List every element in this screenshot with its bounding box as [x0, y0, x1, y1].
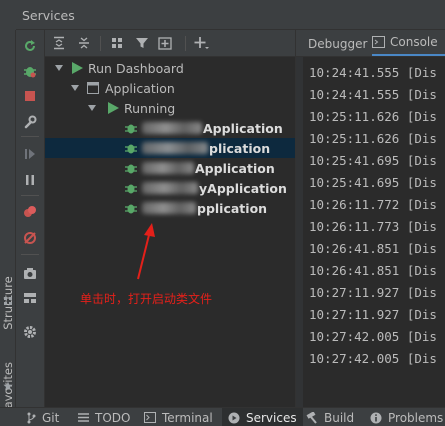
settings-icon — [24, 326, 36, 338]
hammer-icon — [306, 411, 317, 424]
resume-button[interactable] — [20, 144, 40, 164]
add-icon — [194, 37, 209, 49]
toolbar-separator — [100, 36, 101, 51]
tab-build-label: Build — [324, 410, 355, 425]
group-icon — [112, 38, 122, 48]
filter-button[interactable] — [133, 34, 151, 52]
star-icon — [3, 381, 13, 391]
collapse-all-button[interactable] — [75, 34, 93, 52]
tab-terminal[interactable]: Terminal — [144, 408, 213, 426]
services-tree-toolbar — [45, 30, 295, 57]
left-tool-strip: Structure Favorites — [0, 30, 16, 414]
services-action-toolbar — [16, 30, 45, 407]
tab-problems-label: Problems — [388, 410, 444, 425]
annotation-text: 单击时，打开启动类文件 — [80, 292, 213, 306]
tab-debugger-label: Debugger — [308, 36, 368, 51]
mute-breakpoints-button[interactable] — [20, 228, 40, 248]
console-gutter — [296, 57, 303, 407]
services-header: Services — [16, 0, 445, 30]
header-corner — [0, 0, 16, 30]
add-service-button[interactable] — [157, 34, 175, 52]
tab-console-label: Console — [390, 35, 438, 49]
expand-all-button[interactable] — [50, 34, 68, 52]
log-line: 10:24:41.555 [Dis — [309, 65, 437, 80]
log-line: 10:26:11.772 [Dis — [309, 197, 437, 212]
layout-grid-icon — [24, 293, 36, 303]
terminal-icon — [144, 412, 156, 423]
console-icon — [372, 36, 385, 48]
mute-breakpoints-icon — [24, 232, 36, 244]
log-line: 10:24:41.555 [Dis — [309, 87, 437, 102]
tab-services[interactable]: Services — [222, 408, 303, 426]
toolbar-separator — [21, 254, 39, 255]
tab-problems[interactable]: Problems — [370, 408, 443, 426]
services-icon — [228, 412, 240, 423]
tab-build[interactable]: Build — [306, 408, 354, 426]
breakpoints-icon — [24, 206, 36, 217]
rerun-icon — [25, 40, 35, 51]
toolbar-separator — [21, 136, 39, 137]
stop-icon — [25, 91, 35, 101]
filter-icon — [136, 38, 148, 48]
settings-button[interactable] — [20, 322, 40, 342]
log-line: 10:25:11.626 [Dis — [309, 131, 437, 146]
log-line: 10:27:42.005 [Dis — [309, 351, 437, 366]
settings-wrench-button[interactable] — [20, 112, 40, 132]
log-line: 10:26:41.851 [Dis — [309, 241, 437, 256]
window-title: Services — [22, 8, 75, 23]
tab-git-label: Git — [42, 410, 60, 425]
log-line: 10:25:11.626 [Dis — [309, 109, 437, 124]
log-line: 10:26:41.851 [Dis — [309, 263, 437, 278]
services-tree: Run Dashboard Application Running Applic… — [45, 57, 295, 407]
toolbar-separator — [21, 195, 39, 196]
expand-all-icon — [54, 36, 64, 50]
group-by-button[interactable] — [108, 34, 126, 52]
restore-layout-button[interactable] — [20, 288, 40, 308]
tab-console[interactable]: Console — [372, 30, 445, 56]
tab-terminal-label: Terminal — [162, 410, 213, 425]
tab-todo[interactable]: TODO — [78, 408, 130, 426]
view-breakpoints-button[interactable] — [20, 202, 40, 222]
add-service-icon — [158, 37, 172, 50]
log-line: 10:25:41.695 [Dis — [309, 153, 437, 168]
tab-git[interactable]: Git — [26, 408, 59, 426]
resume-icon — [25, 149, 35, 159]
annotation-arrow — [137, 223, 155, 280]
get-thread-dump-button[interactable] — [20, 263, 40, 283]
tab-services-label: Services — [246, 410, 297, 425]
git-branch-icon — [27, 412, 36, 423]
bottom-tool-bar: Git TODO Terminal Services Build Problem… — [0, 407, 445, 426]
pause-icon — [26, 175, 34, 185]
toolbar-separator — [185, 36, 186, 51]
camera-icon — [24, 268, 36, 279]
pause-button[interactable] — [20, 170, 40, 190]
log-line: 10:27:42.005 [Dis — [309, 329, 437, 344]
log-line: 10:27:11.927 [Dis — [309, 285, 437, 300]
tab-debugger[interactable]: Debugger — [308, 30, 368, 56]
debug-tabs: Debugger Console — [296, 30, 445, 57]
rerun-button[interactable] — [20, 36, 40, 56]
stop-button[interactable] — [20, 86, 40, 106]
collapse-all-icon — [79, 37, 89, 49]
log-line: 10:25:41.695 [Dis — [309, 175, 437, 190]
console-output[interactable]: 10:24:41.555 [Dis 10:24:41.555 [Dis 10:2… — [303, 57, 445, 407]
info-icon — [370, 412, 382, 423]
log-line: 10:26:11.773 [Dis — [309, 219, 437, 234]
todo-list-icon — [78, 413, 89, 422]
log-line: 10:27:11.927 [Dis — [309, 307, 437, 322]
wrench-icon — [24, 115, 37, 129]
debug-button[interactable] — [20, 61, 40, 81]
tab-todo-label: TODO — [95, 410, 131, 425]
debug-bug-icon — [24, 67, 36, 78]
layout-icon — [4, 297, 12, 305]
add-button[interactable] — [193, 34, 211, 52]
